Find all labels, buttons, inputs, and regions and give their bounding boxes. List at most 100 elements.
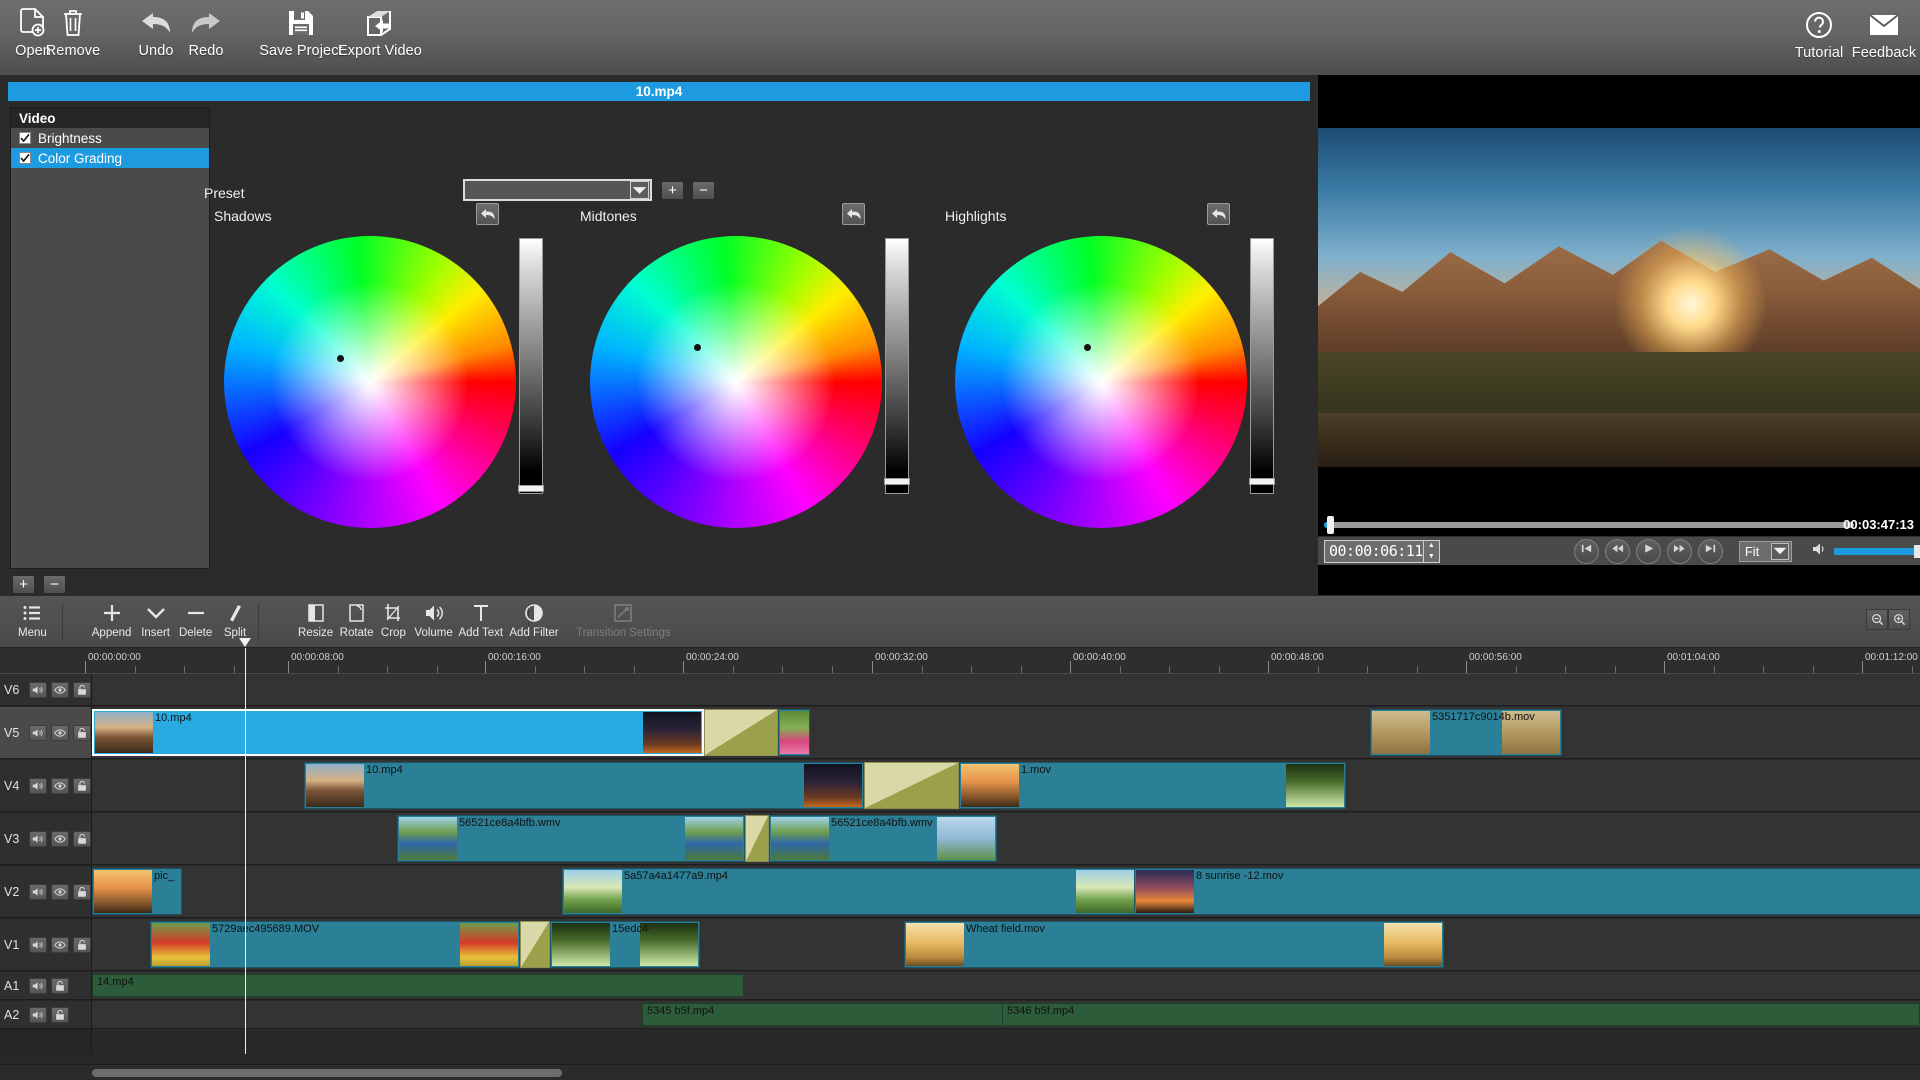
playhead[interactable] xyxy=(239,638,251,1054)
timeline-clip[interactable]: 5351717c9014b.mov xyxy=(1370,709,1562,756)
preset-dropdown[interactable] xyxy=(463,179,652,201)
track-header-V5[interactable]: V5 xyxy=(0,707,92,758)
volume-control[interactable] xyxy=(1812,542,1920,561)
timeline-clip[interactable]: 5729aec495689.MOV xyxy=(150,921,520,968)
volume-slider[interactable] xyxy=(1834,544,1920,558)
timeline-clip[interactable]: 5346 b5f.mp4 xyxy=(1002,1003,1920,1026)
luminance-handle[interactable] xyxy=(1249,478,1275,485)
feedback-button[interactable]: Feedback xyxy=(1848,2,1920,61)
export-video-button[interactable]: Export Video xyxy=(336,0,424,59)
add-effect-button[interactable]: + xyxy=(12,575,35,594)
track-header-V2[interactable]: V2 xyxy=(0,866,92,917)
transition-clip[interactable] xyxy=(864,762,959,809)
track-body-V1[interactable]: 5729aec495689.MOV 15edc4· Wheat field.mov xyxy=(92,919,1920,970)
preset-remove-button[interactable]: − xyxy=(692,181,715,200)
preset-add-button[interactable]: + xyxy=(661,181,684,200)
rewind-button[interactable] xyxy=(1604,538,1630,564)
volume-handle[interactable] xyxy=(1914,544,1920,558)
track-eye-button[interactable] xyxy=(51,936,69,953)
track-V2[interactable]: V2 pic_ 5a57a4a1477a9.mp4 8 sunrise -12.mov xyxy=(0,866,1920,918)
track-mute-button[interactable] xyxy=(29,724,47,741)
scrollbar-thumb[interactable] xyxy=(92,1069,562,1077)
track-eye-button[interactable] xyxy=(51,883,69,900)
reset-button[interactable] xyxy=(476,203,499,225)
track-lock-button[interactable] xyxy=(73,777,91,794)
remove-effect-button[interactable]: − xyxy=(43,575,66,594)
color-wheel-shadows[interactable] xyxy=(224,236,516,528)
track-mute-button[interactable] xyxy=(29,977,47,994)
timeline-clip[interactable]: 8 sunrise -12.mov xyxy=(1134,868,1920,915)
split-button[interactable]: Split xyxy=(209,600,261,639)
track-body-V5[interactable]: 10.mp4 5351717c9014b.mov xyxy=(92,707,1920,758)
remove-button[interactable]: Remove xyxy=(44,0,102,59)
track-V3[interactable]: V3 56521ce8a4bfb.wmv 56521ce8a4bfb.wmv xyxy=(0,813,1920,865)
zoom-out-icon[interactable] xyxy=(1866,609,1888,630)
track-eye-button[interactable] xyxy=(51,777,69,794)
luminance-handle[interactable] xyxy=(518,485,544,492)
timeline-ruler[interactable]: 00:00:00:00 00:00:08:00 00:00:16:00 00:00:2… xyxy=(0,648,1920,674)
track-mute-button[interactable] xyxy=(29,936,47,953)
tutorial-button[interactable]: Tutorial xyxy=(1788,2,1850,61)
timeline-clip[interactable]: 1.mov xyxy=(959,762,1346,809)
track-body-V4[interactable]: 10.mp4 1.mov xyxy=(92,760,1920,811)
track-header-V4[interactable]: V4 xyxy=(0,760,92,811)
track-mute-button[interactable] xyxy=(29,1006,47,1023)
timeline-clip[interactable] xyxy=(778,709,810,756)
track-lock-button[interactable] xyxy=(51,1006,69,1023)
timeline-clip[interactable]: 56521ce8a4bfb.wmv xyxy=(769,815,997,862)
timeline-clip[interactable]: 5345 b5f.mp4 xyxy=(642,1003,1012,1026)
timecode-field[interactable]: 00:00:06:11 ▲ ▼ xyxy=(1324,539,1440,563)
track-mute-button[interactable] xyxy=(29,830,47,847)
speaker-icon[interactable] xyxy=(1812,542,1828,561)
transition-clip[interactable] xyxy=(520,921,550,968)
redo-button[interactable]: Redo xyxy=(180,0,232,59)
timeline-clip[interactable]: 14.mp4 xyxy=(92,974,744,997)
track-A1[interactable]: A1 14.mp4 xyxy=(0,972,1920,1000)
fast-forward-button[interactable] xyxy=(1666,538,1692,564)
color-wheel-highlights[interactable] xyxy=(955,236,1247,528)
track-header-V3[interactable]: V3 xyxy=(0,813,92,864)
color-wheel-midtones[interactable] xyxy=(590,236,882,528)
save-project-button[interactable]: Save Project xyxy=(258,0,344,59)
color-wheel-handle[interactable] xyxy=(1084,344,1091,351)
track-eye-button[interactable] xyxy=(51,724,69,741)
timecode-stepper[interactable]: ▲ ▼ xyxy=(1422,540,1439,562)
transition-clip[interactable] xyxy=(745,815,769,862)
timeline-clip[interactable]: 5a57a4a1477a9.mp4 xyxy=(562,868,1136,915)
color-wheel-handle[interactable] xyxy=(337,355,344,362)
track-eye-button[interactable] xyxy=(51,830,69,847)
timeline-clip[interactable]: Wheat field.mov xyxy=(904,921,1444,968)
track-mute-button[interactable] xyxy=(29,777,47,794)
timeline-clip[interactable]: 10.mp4 xyxy=(304,762,864,809)
timeline-clip[interactable]: 56521ce8a4bfb.wmv xyxy=(397,815,745,862)
stepper-up-icon[interactable]: ▲ xyxy=(1424,541,1439,552)
luminance-slider-midtones[interactable] xyxy=(885,238,909,494)
color-wheel-handle[interactable] xyxy=(694,344,701,351)
track-header-A2[interactable]: A2 xyxy=(0,1001,92,1028)
track-header-A1[interactable]: A1 xyxy=(0,972,92,999)
track-mute-button[interactable] xyxy=(29,681,47,698)
undo-button[interactable]: Undo xyxy=(130,0,182,59)
track-A2[interactable]: A2 5345 b5f.mp4 5346 b5f.mp4 xyxy=(0,1001,1920,1029)
checkbox-icon[interactable] xyxy=(19,132,31,144)
transition-clip[interactable] xyxy=(704,709,778,756)
zoom-mode-dropdown[interactable]: Fit xyxy=(1738,540,1792,562)
track-V4[interactable]: V4 10.mp4 1.mov xyxy=(0,760,1920,812)
track-lock-button[interactable] xyxy=(73,936,91,953)
play-button[interactable] xyxy=(1635,538,1661,564)
track-lock-button[interactable] xyxy=(73,830,91,847)
skip-start-button[interactable] xyxy=(1573,538,1599,564)
track-lock-button[interactable] xyxy=(73,681,91,698)
effect-item-brightness[interactable]: Brightness xyxy=(11,128,209,148)
track-lock-button[interactable] xyxy=(73,724,91,741)
track-lock-button[interactable] xyxy=(73,883,91,900)
track-body-V3[interactable]: 56521ce8a4bfb.wmv 56521ce8a4bfb.wmv xyxy=(92,813,1920,864)
track-body-V2[interactable]: pic_ 5a57a4a1477a9.mp4 8 sunrise -12.mov xyxy=(92,866,1920,917)
track-mute-button[interactable] xyxy=(29,883,47,900)
luminance-slider-shadows[interactable] xyxy=(519,238,543,494)
playhead-handle[interactable] xyxy=(239,638,251,647)
track-body-V6[interactable] xyxy=(92,674,1920,705)
track-V6[interactable]: V6 xyxy=(0,674,1920,706)
track-V5[interactable]: V5 10.mp4 5351717c9014b.mov xyxy=(0,707,1920,759)
menu-button[interactable]: Menu xyxy=(10,600,55,639)
